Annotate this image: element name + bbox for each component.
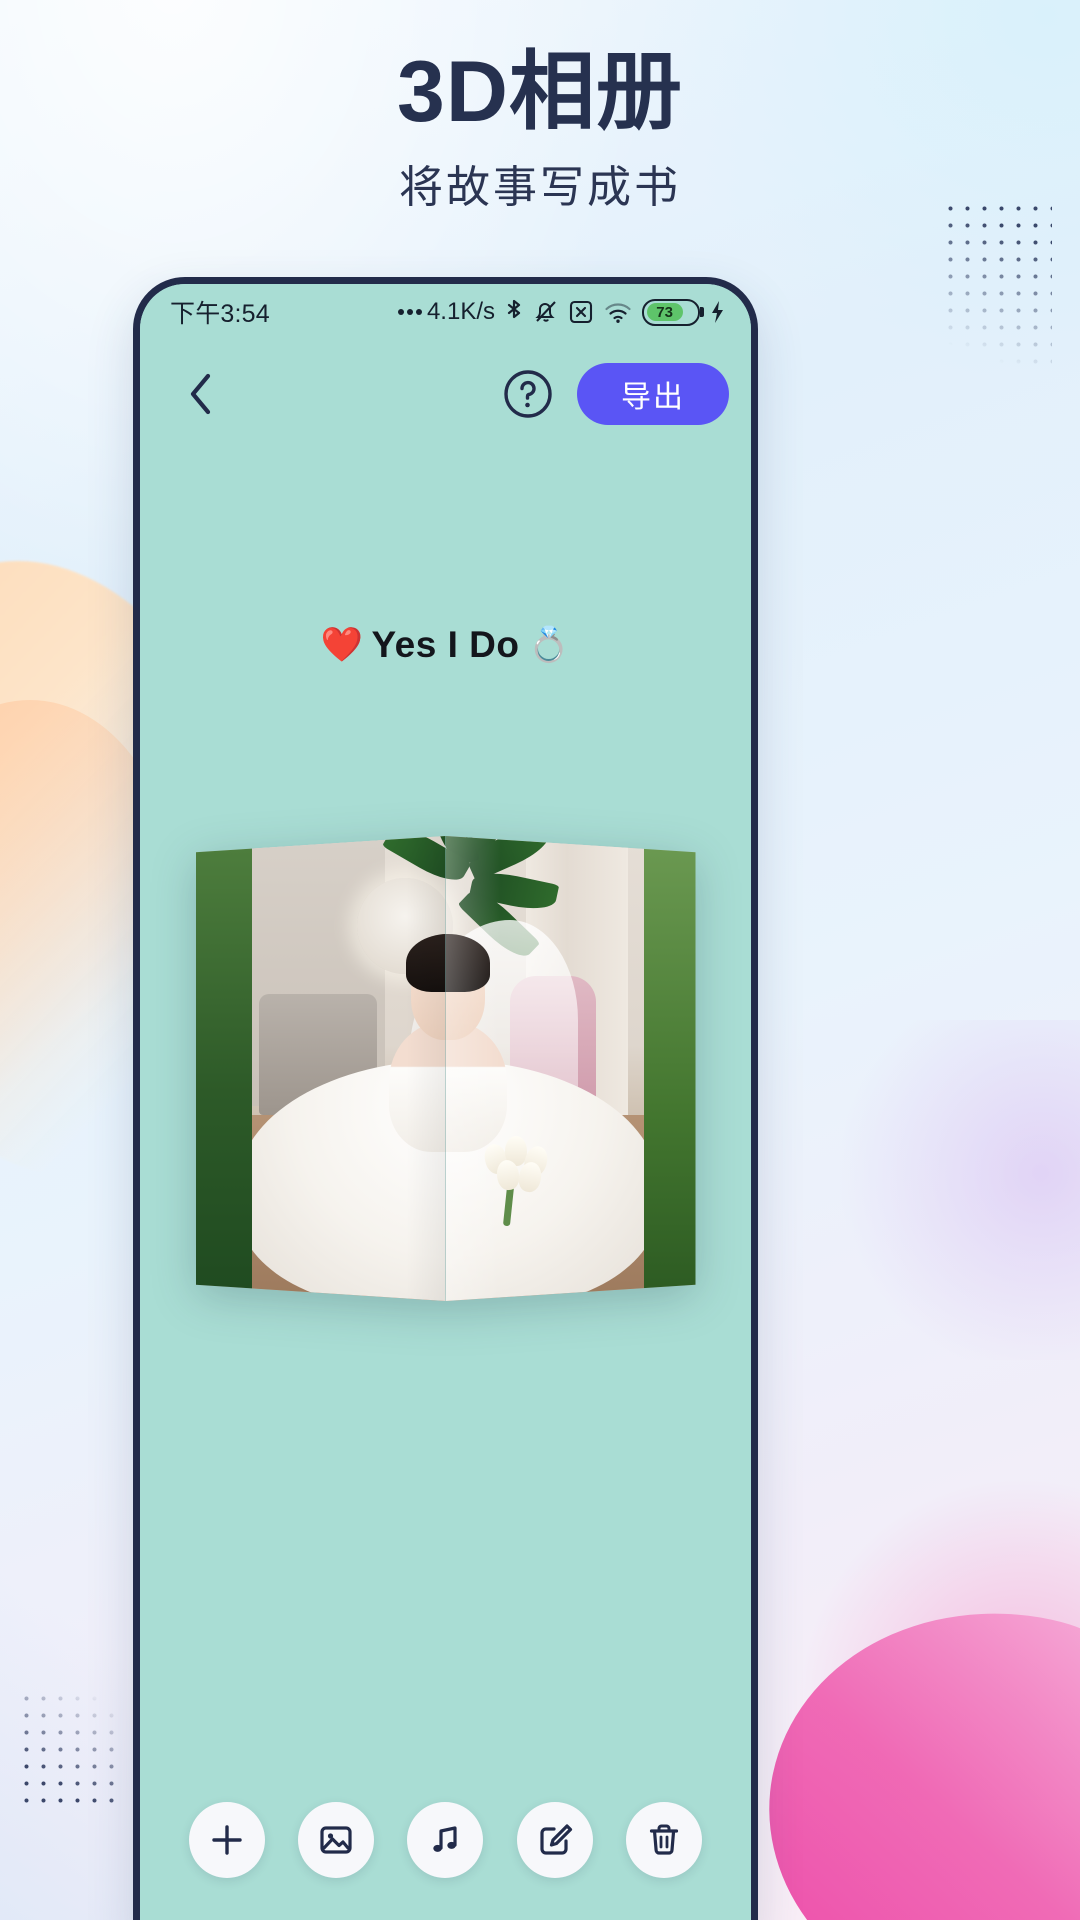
network-speed: 4.1K/s — [397, 298, 495, 326]
bride-photo — [195, 836, 446, 1301]
plus-icon — [208, 1821, 246, 1859]
music-note-icon — [426, 1821, 464, 1859]
edit-button[interactable] — [516, 1802, 593, 1878]
dot-pattern-top-right — [942, 200, 1052, 375]
battery-level: 73 — [646, 303, 683, 321]
promo-headline: 3D相册 将故事写成书 — [0, 44, 1080, 215]
ring-icon: 💍 — [527, 626, 571, 664]
editor-toolbar — [140, 1802, 751, 1878]
ellipsis-icon — [397, 309, 422, 315]
back-chevron-icon[interactable] — [174, 367, 228, 421]
help-circle-icon[interactable] — [501, 367, 555, 421]
book-page-right — [445, 836, 696, 1301]
status-icons: 4.1K/s 73 — [397, 298, 725, 326]
album-canvas: ❤️ Yes I Do 💍 — [140, 448, 751, 1920]
heart-icon: ❤️ — [320, 626, 364, 664]
page-title: 3D相册 — [397, 44, 683, 140]
bride-photo-right-half — [445, 836, 696, 1301]
network-speed-label: 4.1K/s — [426, 298, 495, 325]
trash-icon — [645, 1821, 683, 1859]
background-blob-violet — [820, 1020, 1080, 1360]
status-bar: 下午3:54 4.1K/s 73 — [140, 284, 751, 340]
album-title[interactable]: ❤️ Yes I Do 💍 — [140, 624, 751, 666]
dot-pattern-bottom-left — [18, 1690, 123, 1805]
bluetooth-icon — [504, 298, 524, 326]
charging-bolt-icon — [709, 299, 725, 325]
phone-mockup: 下午3:54 4.1K/s 73 导出 ❤️ Yes I Do 💍 — [133, 277, 758, 1920]
book-page-left — [195, 836, 446, 1301]
app-nav-bar: 导出 — [140, 340, 751, 448]
image-button[interactable] — [298, 1802, 375, 1878]
x-box-icon — [568, 299, 594, 325]
edit-pencil-icon — [536, 1821, 574, 1859]
music-button[interactable] — [407, 1802, 484, 1878]
wifi-icon — [603, 300, 633, 324]
delete-button[interactable] — [626, 1802, 703, 1878]
add-button[interactable] — [188, 1802, 265, 1878]
photo-book-3d[interactable] — [195, 836, 696, 1301]
export-button[interactable]: 导出 — [577, 363, 729, 425]
phone-screen: 下午3:54 4.1K/s 73 导出 ❤️ Yes I Do 💍 — [140, 284, 751, 1920]
battery-icon: 73 — [642, 298, 700, 326]
image-icon — [317, 1821, 355, 1859]
album-title-text: Yes I Do — [371, 624, 520, 665]
status-time: 下午3:54 — [170, 300, 270, 328]
page-subtitle: 将故事写成书 — [399, 163, 681, 213]
bell-muted-icon — [533, 298, 559, 326]
